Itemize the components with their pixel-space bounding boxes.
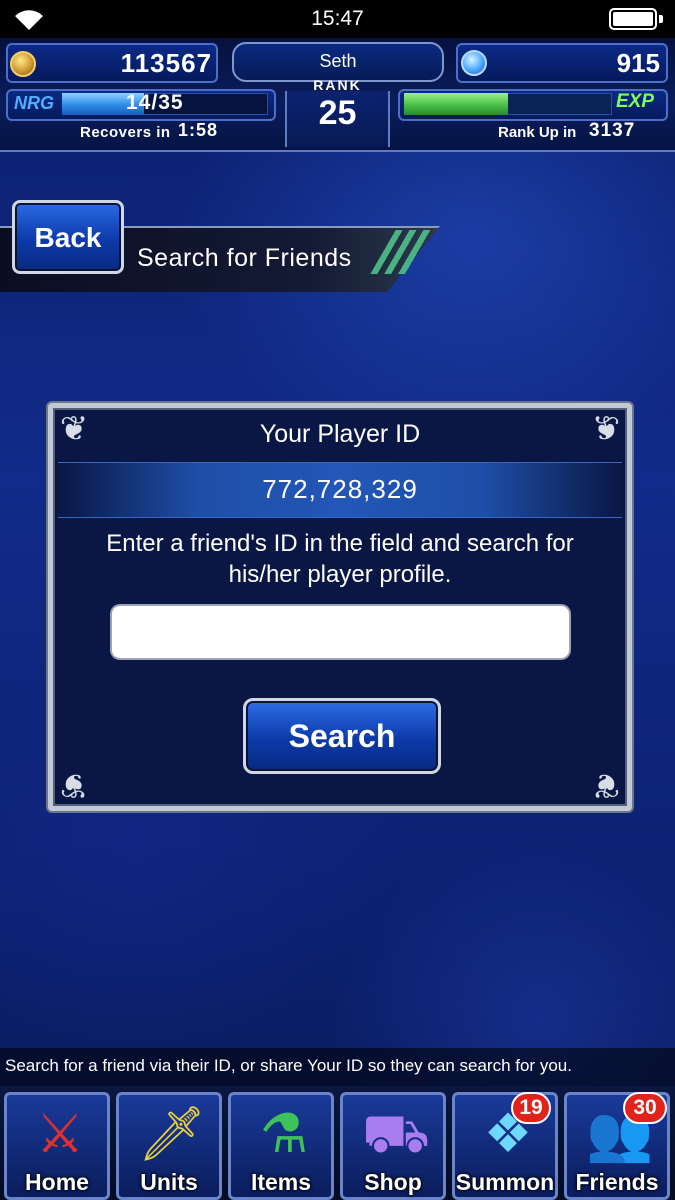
rank-up-label: Rank Up in bbox=[498, 124, 577, 141]
status-time: 15:47 bbox=[311, 7, 364, 30]
exp-label: EXP bbox=[616, 91, 655, 112]
back-button-label[interactable]: Back bbox=[12, 222, 124, 254]
warrior-icon: 🗡 bbox=[137, 1104, 207, 1164]
gil-value: 113567 bbox=[120, 48, 212, 78]
potion-icon: ⚗ bbox=[259, 1104, 309, 1164]
corner-ornament-icon: ❦ bbox=[59, 766, 89, 804]
nav-units-label: Units bbox=[140, 1169, 198, 1195]
search-button-label[interactable]: Search bbox=[243, 718, 441, 755]
friend-id-input[interactable] bbox=[112, 606, 569, 658]
recovers-label: Recovers in bbox=[80, 124, 171, 141]
energy-label: NRG bbox=[14, 93, 54, 113]
friends-badge: 30 bbox=[623, 1092, 667, 1124]
rank-label: RANK bbox=[313, 77, 362, 93]
player-id-title: Your Player ID bbox=[259, 420, 421, 448]
page-title: Search for Friends bbox=[137, 244, 352, 272]
exp-bar-fill bbox=[404, 93, 508, 115]
player-name: Seth bbox=[319, 51, 357, 71]
shop-cart-icon: ⛟ bbox=[362, 1104, 430, 1164]
status-bar: 15:47 bbox=[0, 0, 675, 38]
nav-friends-label: Friends bbox=[575, 1169, 659, 1195]
nav-items-label: Items bbox=[250, 1169, 312, 1195]
nav-home[interactable]: ⚔ Home bbox=[4, 1092, 110, 1200]
summon-badge: 19 bbox=[511, 1092, 551, 1124]
nav-summon-label: Summon bbox=[455, 1169, 555, 1195]
corner-ornament-icon: ❦ bbox=[591, 766, 621, 804]
gil-coin-icon bbox=[10, 51, 36, 77]
rank-up-value: 3137 bbox=[589, 120, 636, 141]
nav-units[interactable]: 🗡 Units bbox=[116, 1092, 222, 1200]
nav-items[interactable]: ⚗ Items bbox=[228, 1092, 334, 1200]
rank-value: 25 bbox=[318, 94, 357, 132]
lapis-value: 915 bbox=[616, 48, 660, 78]
hint-text: Search for a friend via their ID, or sha… bbox=[5, 1056, 572, 1075]
player-id-value: 772,728,329 bbox=[262, 474, 418, 504]
nav-home-label: Home bbox=[25, 1169, 89, 1195]
energy-value: 14/35 bbox=[126, 91, 184, 114]
nav-shop-label: Shop bbox=[364, 1169, 422, 1195]
crossed-swords-icon: ⚔ bbox=[35, 1104, 85, 1164]
lapis-crystal-icon bbox=[461, 50, 487, 76]
recovers-time: 1:58 bbox=[178, 120, 219, 140]
nav-shop[interactable]: ⛟ Shop bbox=[340, 1092, 446, 1200]
search-instructions: Enter a friend's ID in the field and sea… bbox=[106, 530, 574, 588]
battery-icon bbox=[609, 8, 663, 30]
